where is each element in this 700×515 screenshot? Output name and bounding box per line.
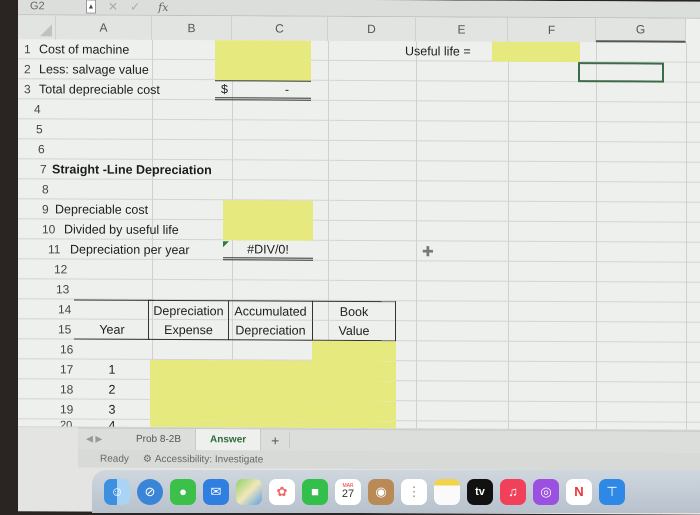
header-accumulated-line2[interactable]: Depreciation bbox=[228, 320, 312, 341]
news-icon[interactable]: N bbox=[566, 478, 592, 505]
row-number[interactable]: 16 bbox=[60, 339, 90, 359]
cell-a11[interactable]: Depreciation per year bbox=[70, 239, 220, 260]
finder-icon[interactable]: ☺ bbox=[104, 478, 130, 505]
header-accumulated-line1[interactable]: Accumulated bbox=[228, 300, 312, 321]
year-2-inputs[interactable] bbox=[150, 379, 396, 402]
select-all-corner[interactable] bbox=[18, 15, 56, 40]
spreadsheet-grid[interactable]: A B C D E F G 1 Cost of machine Useful l… bbox=[18, 15, 700, 431]
name-box[interactable]: G2 bbox=[18, 0, 82, 12]
cell-a3[interactable]: Total depreciable cost bbox=[39, 79, 199, 100]
column-header-b[interactable]: B bbox=[152, 15, 232, 41]
row-number[interactable]: 4 bbox=[34, 99, 64, 119]
macos-dock: ☺ ⊘ ● ✉ ✿ ■ MAR 27 ◉ ⋮ tv ♫ ◎ N ⊤ bbox=[92, 470, 700, 513]
reminders-icon[interactable]: ⋮ bbox=[401, 478, 427, 505]
cell-c11-error[interactable]: #DIV/0! bbox=[223, 240, 313, 261]
cell-a7-section-title[interactable]: Straight -Line Depreciation bbox=[52, 159, 222, 180]
column-header-e[interactable]: E bbox=[416, 17, 508, 42]
row-number[interactable]: 12 bbox=[54, 259, 84, 279]
column-header-g[interactable]: G bbox=[596, 18, 686, 43]
enter-icon[interactable]: ✓ bbox=[130, 0, 140, 14]
column-header-c[interactable]: C bbox=[232, 16, 328, 41]
fx-icon[interactable]: fx bbox=[158, 0, 168, 13]
cell-a1[interactable]: Cost of machine bbox=[39, 39, 159, 60]
cell-a10[interactable]: Divided by useful life bbox=[64, 219, 204, 240]
cursor-crosshair-icon: ✚ bbox=[422, 243, 434, 260]
screen: G2 ▲ ✕ ✓ fx A B C D E F G 1 Cost of mach… bbox=[18, 0, 700, 515]
header-book-line1[interactable]: Book bbox=[312, 300, 396, 322]
accessibility-status[interactable]: ⚙ Accessibility: Investigate bbox=[143, 453, 263, 465]
calendar-day: 27 bbox=[341, 487, 355, 500]
cell-a14[interactable] bbox=[74, 299, 154, 320]
name-box-dropdown-icon[interactable]: ▲ bbox=[86, 0, 96, 14]
photos-icon[interactable]: ✿ bbox=[269, 478, 295, 505]
year-cell[interactable]: 1 bbox=[74, 359, 150, 379]
header-year[interactable]: Year bbox=[74, 319, 150, 340]
keynote-icon[interactable]: ⊤ bbox=[599, 478, 625, 505]
cell-d16-input[interactable] bbox=[312, 340, 396, 362]
cell-c1-input[interactable] bbox=[215, 40, 311, 61]
contacts-icon[interactable]: ◉ bbox=[368, 478, 394, 505]
calendar-icon[interactable]: MAR 27 bbox=[335, 478, 361, 505]
messages-icon[interactable]: ● bbox=[170, 478, 196, 505]
sheet-tab-prob-8-2b[interactable]: Prob 8-2B bbox=[122, 428, 195, 450]
year-cell[interactable]: 3 bbox=[74, 399, 150, 419]
column-header-f[interactable]: F bbox=[508, 17, 596, 43]
header-depreciation-line1[interactable]: Depreciation bbox=[148, 299, 228, 321]
cell-value: - bbox=[284, 82, 289, 97]
cell-c10-input[interactable] bbox=[223, 220, 313, 241]
mail-icon[interactable]: ✉ bbox=[203, 478, 229, 505]
facetime-icon[interactable]: ■ bbox=[302, 478, 328, 505]
sheet-nav-arrows-icon[interactable]: ◀ ▶ bbox=[78, 434, 122, 445]
cell-a2[interactable]: Less: salvage value bbox=[39, 59, 179, 80]
apple-tv-icon[interactable]: tv bbox=[467, 478, 493, 505]
error-indicator-icon[interactable] bbox=[223, 241, 229, 248]
cancel-icon[interactable]: ✕ bbox=[108, 0, 118, 14]
row-number[interactable]: 6 bbox=[38, 139, 68, 159]
podcasts-icon[interactable]: ◎ bbox=[533, 478, 559, 505]
header-depreciation-line2[interactable]: Expense bbox=[148, 319, 228, 341]
cell-f1-input[interactable] bbox=[492, 41, 580, 63]
tv-label: tv bbox=[475, 485, 485, 498]
row-number[interactable]: 5 bbox=[36, 119, 66, 139]
accessibility-icon: ⚙ bbox=[142, 453, 152, 465]
cell-c2-input[interactable] bbox=[215, 60, 311, 81]
row-number[interactable]: 8 bbox=[42, 179, 72, 199]
year-1-inputs[interactable] bbox=[150, 359, 396, 382]
cell-c9-input[interactable] bbox=[223, 200, 313, 221]
sheet-tab-answer[interactable]: Answer bbox=[195, 428, 262, 451]
year-3-inputs[interactable] bbox=[150, 399, 396, 422]
row-number[interactable]: 13 bbox=[56, 279, 86, 299]
status-bar: Ready ⚙ Accessibility: Investigate bbox=[78, 449, 700, 471]
add-sheet-button[interactable]: + bbox=[261, 431, 291, 449]
cell-e1[interactable]: Useful life = bbox=[405, 41, 495, 61]
cell-c3[interactable]: $ - bbox=[215, 80, 311, 101]
year-cell[interactable]: 2 bbox=[74, 379, 150, 399]
music-icon[interactable]: ♫ bbox=[500, 478, 526, 505]
column-header-d[interactable]: D bbox=[328, 16, 416, 42]
safari-icon[interactable]: ⊘ bbox=[137, 478, 163, 505]
notes-icon[interactable] bbox=[434, 478, 460, 505]
selected-cell-g2[interactable] bbox=[578, 62, 664, 83]
accessibility-label: Accessibility: Investigate bbox=[154, 453, 264, 465]
currency-symbol: $ bbox=[221, 82, 228, 97]
status-ready: Ready bbox=[100, 453, 129, 465]
cell-a9[interactable]: Depreciable cost bbox=[55, 199, 195, 220]
column-header-a[interactable]: A bbox=[56, 15, 152, 40]
maps-icon[interactable] bbox=[236, 478, 262, 505]
header-book-line2[interactable]: Value bbox=[312, 320, 396, 342]
